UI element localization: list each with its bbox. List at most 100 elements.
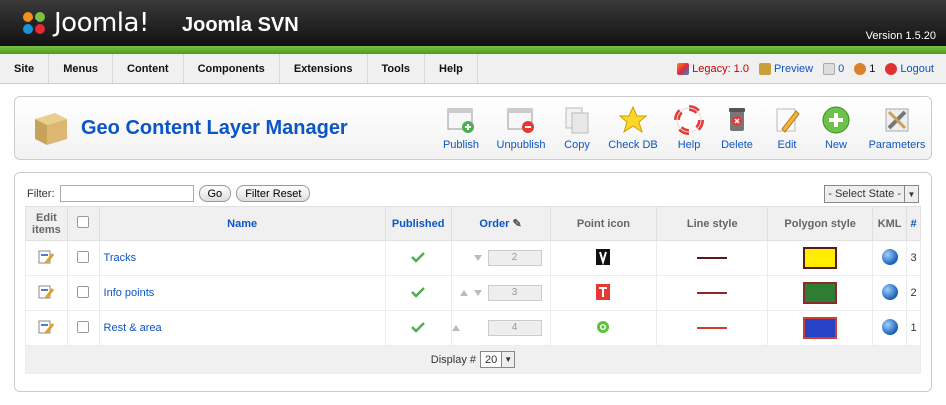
globe-icon[interactable]: [881, 283, 898, 300]
point-icon-cell: [549, 275, 658, 311]
box-icon: [31, 107, 71, 149]
col-id[interactable]: #: [906, 206, 921, 241]
select-state-dropdown[interactable]: - Select State - ▼: [824, 185, 919, 203]
menu-tools[interactable]: Tools: [368, 54, 426, 83]
users-count-label: 1: [869, 63, 876, 75]
globe-icon[interactable]: [881, 318, 898, 335]
polygon-style-sample: [803, 247, 838, 269]
messages-count-label: 0: [838, 63, 845, 75]
edit-item-icon[interactable]: [25, 275, 68, 311]
pagination-cell: Display # 20 ▼: [25, 345, 921, 374]
line-style-cell: [656, 310, 769, 346]
published-check-icon[interactable]: [384, 275, 452, 311]
order-input[interactable]: 4: [487, 320, 542, 336]
polygon-style-sample: [803, 317, 838, 339]
published-check-icon[interactable]: [384, 240, 452, 276]
check-db-button[interactable]: Check DB: [603, 105, 663, 151]
header-accent-bar: [0, 46, 946, 54]
edit-item-icon[interactable]: [25, 310, 68, 346]
messages-count[interactable]: 0: [823, 63, 844, 75]
copy-icon: [562, 105, 592, 135]
menu-help[interactable]: Help: [425, 54, 478, 83]
col-published[interactable]: Published: [384, 206, 452, 241]
table-row: Tracks 2 3: [25, 240, 921, 276]
kml-cell: [872, 275, 908, 311]
col-line-style: Line style: [656, 206, 769, 241]
table-header-row: Edit items Name Published Order ✎ Point …: [25, 206, 921, 241]
col-edit-items: Edit items: [25, 206, 68, 241]
point-icon-cell: [549, 240, 658, 276]
filter-input[interactable]: [59, 185, 194, 202]
col-order[interactable]: Order ✎: [450, 206, 551, 241]
go-button[interactable]: Go: [198, 185, 232, 202]
row-id: 2: [906, 275, 921, 311]
chevron-down-icon: ▼: [904, 186, 918, 202]
tracks-point-icon: [596, 248, 611, 265]
published-check-icon[interactable]: [384, 310, 452, 346]
preview-link[interactable]: Preview: [758, 63, 814, 75]
row-checkbox[interactable]: [77, 320, 90, 333]
logout-link[interactable]: Logout: [885, 63, 934, 75]
order-input[interactable]: 2: [487, 250, 542, 266]
info-point-icon: [596, 283, 611, 300]
publish-icon: [446, 105, 476, 135]
unpublish-button[interactable]: Unpublish: [491, 105, 551, 151]
col-name[interactable]: Name: [98, 206, 386, 241]
menu-site[interactable]: Site: [0, 54, 50, 83]
status-bar: Legacy: 1.0 Preview 0 1 Logout: [677, 54, 934, 84]
line-style-sample: [697, 292, 728, 294]
help-label: Help: [677, 139, 701, 151]
filter-reset-button[interactable]: Filter Reset: [236, 185, 311, 202]
copy-button[interactable]: Copy: [547, 105, 607, 151]
select-state-value: - Select State -: [828, 188, 901, 200]
row-name-link[interactable]: Info points: [98, 275, 386, 311]
select-all-checkbox[interactable]: [77, 216, 90, 228]
legacy-status: Legacy: 1.0: [677, 63, 749, 75]
parameters-button[interactable]: Parameters: [867, 105, 927, 151]
table-row: Info points 3 2: [25, 275, 921, 311]
menu-components[interactable]: Components: [184, 54, 280, 83]
row-checkbox[interactable]: [77, 285, 90, 298]
tools-icon: [882, 105, 912, 135]
logo-text: Joomla!: [54, 8, 149, 38]
order-down-arrow[interactable]: [473, 290, 482, 296]
edit-item-icon[interactable]: [25, 240, 68, 276]
table-row: Rest & area 4 1: [25, 310, 921, 346]
preview-icon: [758, 63, 771, 75]
messages-icon: [823, 63, 836, 75]
pencil-icon: [772, 105, 802, 135]
menu-menus[interactable]: Menus: [49, 54, 114, 83]
publish-button[interactable]: Publish: [431, 105, 491, 151]
edit-label: Edit: [777, 139, 797, 151]
order-cell: 2: [450, 240, 551, 276]
toolbar-box: Geo Content Layer Manager Publish Unpubl…: [14, 96, 932, 160]
order-down-arrow[interactable]: [473, 255, 482, 261]
new-button[interactable]: New: [806, 105, 866, 151]
filter-row: Filter: Go Filter Reset: [27, 185, 311, 202]
globe-icon[interactable]: [881, 248, 898, 265]
order-cell: 3: [450, 275, 551, 311]
rest-area-point-icon: [597, 320, 610, 333]
preview-label: Preview: [773, 63, 814, 75]
col-order-label: Order: [479, 218, 510, 230]
save-order-icon[interactable]: ✎: [512, 218, 521, 230]
version-label: Version 1.5.20: [865, 30, 936, 42]
display-limit-select[interactable]: 20 ▼: [480, 351, 516, 368]
order-up-arrow[interactable]: [459, 290, 468, 296]
row-name-link[interactable]: Rest & area: [98, 310, 386, 346]
line-style-cell: [656, 275, 769, 311]
row-checkbox[interactable]: [77, 250, 90, 263]
menu-extensions[interactable]: Extensions: [280, 54, 368, 83]
point-icon-cell: [549, 310, 658, 346]
menu-content[interactable]: Content: [113, 54, 184, 83]
order-up-arrow[interactable]: [451, 325, 460, 331]
publish-label: Publish: [442, 139, 480, 151]
order-input[interactable]: 3: [487, 285, 542, 301]
users-online-count: 1: [854, 63, 875, 75]
row-name-link[interactable]: Tracks: [98, 240, 386, 276]
lifebuoy-icon: [674, 105, 704, 135]
polygon-style-cell: [767, 275, 874, 311]
col-kml: KML: [872, 206, 908, 241]
star-icon: [618, 105, 648, 135]
kml-cell: [872, 310, 908, 346]
